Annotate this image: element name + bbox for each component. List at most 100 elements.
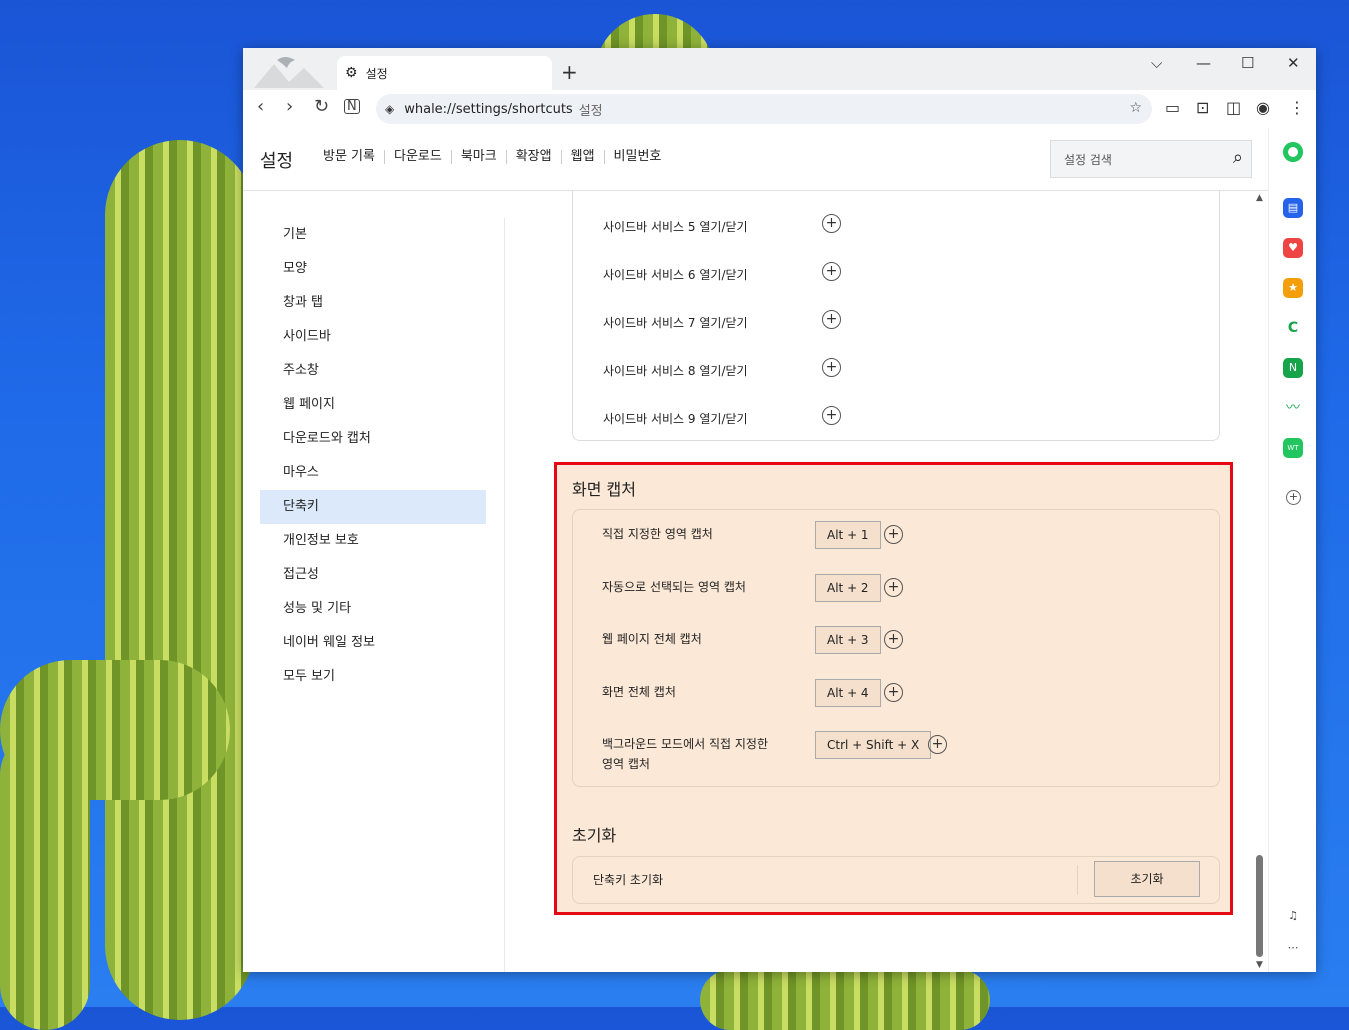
sidebar-item-mouse[interactable]: 마우스 [260, 456, 486, 490]
sidebar-item-view-all[interactable]: 모두 보기 [260, 660, 486, 694]
search-placeholder: 설정 검색 [1064, 152, 1112, 167]
shortcut-key-button[interactable]: Alt + 3 [815, 626, 881, 654]
reset-label: 단축키 초기화 [593, 873, 664, 887]
nav-extensions[interactable]: 확장앱 [505, 150, 561, 164]
video-icon[interactable]: ▭ [1165, 98, 1180, 117]
add-shortcut-icon[interactable]: + [884, 525, 903, 544]
green-service-icon[interactable] [1283, 142, 1303, 162]
star-icon[interactable]: ★ [1283, 278, 1303, 298]
add-shortcut-icon[interactable]: + [822, 406, 841, 425]
nav-bookmarks[interactable]: 북마크 [450, 150, 506, 164]
shortcut-label: 자동으로 선택되는 영역 캡처 [602, 580, 746, 594]
whale-logo-icon [254, 57, 324, 88]
sidebar-item-accessibility[interactable]: 접근성 [260, 558, 486, 592]
reset-button[interactable]: 초기화 [1094, 861, 1200, 897]
shortcut-key-button[interactable]: Alt + 2 [815, 574, 881, 602]
sidebar-item-performance[interactable]: 성능 및 기타 [260, 592, 486, 626]
add-shortcut-icon[interactable]: + [884, 683, 903, 702]
nav-passwords[interactable]: 비밀번호 [603, 150, 671, 164]
profile-icon[interactable]: ◉ [1256, 98, 1270, 117]
tab-strip: ⚙ 설정 + ⌵ — ☐ ✕ [243, 48, 1316, 90]
add-shortcut-icon[interactable]: + [884, 578, 903, 597]
more-icon[interactable]: ⋯ [1283, 938, 1303, 958]
reload-icon[interactable]: ↻ [314, 96, 329, 117]
new-tab-button[interactable]: + [561, 60, 578, 84]
sidebar-item-windows-tabs[interactable]: 창과 탭 [260, 286, 486, 320]
sidebar-item-sidebar[interactable]: 사이드바 [260, 320, 486, 354]
papago-icon[interactable]: C [1283, 318, 1303, 338]
sidebar-services-card: 사이드바 서비스 5 열기/닫기 + 사이드바 서비스 6 열기/닫기 + 사이… [572, 190, 1220, 441]
secure-page-icon: ◈ [385, 102, 395, 116]
add-shortcut-icon[interactable]: + [822, 310, 841, 329]
divider [1077, 865, 1078, 895]
sidebar-item-shortcuts[interactable]: 단축키 [260, 490, 486, 524]
tab-title: 설정 [365, 66, 388, 81]
sidebar-item-privacy[interactable]: 개인정보 보호 [260, 524, 486, 558]
stock-chart-icon[interactable]: 〰 [1283, 398, 1303, 418]
scrollbar-thumb[interactable] [1256, 855, 1263, 957]
capture-icon[interactable]: ⊡ [1196, 98, 1209, 117]
sidebar-item-download-capture[interactable]: 다운로드와 캡처 [260, 422, 486, 456]
add-shortcut-icon[interactable]: + [884, 630, 903, 649]
sidebar-item-basic[interactable]: 기본 [260, 218, 486, 252]
add-shortcut-icon[interactable]: + [928, 735, 947, 754]
shortcut-label: 화면 전체 캡처 [602, 685, 676, 699]
menu-icon[interactable]: ⋮ [1289, 98, 1305, 117]
header-nav: 방문 기록 다운로드 북마크 확장앱 웹앱 비밀번호 [323, 150, 670, 164]
nav-webapps[interactable]: 웹앱 [560, 150, 604, 164]
shortcut-key-button[interactable]: Ctrl + Shift + X [815, 731, 932, 759]
highlight-box: 화면 캡처 직접 지정한 영역 캡처 Alt + 1 + 자동으로 선택되는 영… [554, 462, 1233, 915]
search-icon[interactable]: ⌕ [1233, 147, 1243, 168]
add-shortcut-icon[interactable]: + [822, 214, 841, 233]
section-title-capture: 화면 캡처 [572, 480, 636, 499]
shortcut-label: 사이드바 서비스 6 열기/닫기 [603, 268, 748, 282]
bookmark-star-icon[interactable]: ☆ [1129, 100, 1142, 116]
back-icon[interactable]: ‹ [257, 96, 264, 117]
forward-icon[interactable]: › [286, 96, 293, 117]
scroll-down-icon[interactable]: ▼ [1256, 960, 1263, 970]
sidebar-item-web-page[interactable]: 웹 페이지 [260, 388, 486, 422]
sidebar-item-appearance[interactable]: 모양 [260, 252, 486, 286]
browser-window: ⚙ 설정 + ⌵ — ☐ ✕ ‹ › ↻ N ◈ whale://setting… [243, 48, 1316, 972]
shortcut-label: 백그라운드 모드에서 직접 지정한 [602, 737, 769, 751]
shortcut-label: 사이드바 서비스 9 열기/닫기 [603, 412, 748, 426]
shortcut-label: 직접 지정한 영역 캡처 [602, 527, 713, 541]
minimize-icon[interactable]: — [1196, 54, 1211, 72]
wallet-icon[interactable]: ▤ [1283, 198, 1303, 218]
naver-icon[interactable]: N [344, 99, 360, 114]
address-bar[interactable]: ◈ whale://settings/shortcuts 설정 ☆ [376, 94, 1152, 124]
whale-sidebar: ▤ ♥ ★ C N 〰 WT + ♫ ⋯ [1268, 128, 1316, 972]
scroll-up-icon[interactable]: ▲ [1256, 193, 1263, 203]
page-title: 설정 [260, 151, 294, 172]
shortcut-label: 사이드바 서비스 5 열기/닫기 [603, 220, 748, 234]
bell-icon[interactable]: ♫ [1283, 906, 1303, 926]
capture-card: 직접 지정한 영역 캡처 Alt + 1 + 자동으로 선택되는 영역 캡처 A… [572, 509, 1220, 787]
url-page-title: 설정 [578, 103, 603, 119]
sidebar-item-about[interactable]: 네이버 웨일 정보 [260, 626, 486, 660]
shortcut-key-button[interactable]: Alt + 4 [815, 679, 881, 707]
maximize-icon[interactable]: ☐ [1241, 54, 1254, 72]
naver-shopping-icon[interactable]: N [1283, 358, 1303, 378]
add-shortcut-icon[interactable]: + [822, 262, 841, 281]
url-text: whale://settings/shortcuts [404, 101, 573, 117]
divider [504, 218, 505, 972]
split-view-icon[interactable]: ◫ [1226, 98, 1241, 117]
nav-history[interactable]: 방문 기록 [323, 150, 384, 164]
tab-search-icon[interactable]: ⌵ [1151, 54, 1162, 72]
nav-downloads[interactable]: 다운로드 [383, 150, 451, 164]
close-icon[interactable]: ✕ [1287, 54, 1300, 72]
settings-search-input[interactable]: 설정 검색 ⌕ [1050, 140, 1252, 178]
section-title-reset: 초기화 [572, 826, 617, 845]
settings-sidebar: 기본 모양 창과 탭 사이드바 주소창 웹 페이지 다운로드와 캡처 마우스 단… [260, 218, 486, 694]
tab-settings[interactable]: ⚙ 설정 [337, 56, 552, 90]
heart-icon[interactable]: ♥ [1283, 238, 1303, 258]
sidebar-item-address-bar[interactable]: 주소창 [260, 354, 486, 388]
gear-icon: ⚙ [345, 65, 358, 81]
webtoon-icon[interactable]: WT [1283, 438, 1303, 458]
settings-header: 설정 방문 기록 다운로드 북마크 확장앱 웹앱 비밀번호 설정 검색 ⌕ [243, 128, 1268, 191]
add-shortcut-icon[interactable]: + [822, 358, 841, 377]
shortcut-label: 사이드바 서비스 8 열기/닫기 [603, 364, 748, 378]
shortcut-key-button[interactable]: Alt + 1 [815, 521, 881, 549]
scrollbar[interactable]: ▲ ▼ [1253, 190, 1268, 972]
add-service-icon[interactable]: + [1286, 490, 1301, 505]
